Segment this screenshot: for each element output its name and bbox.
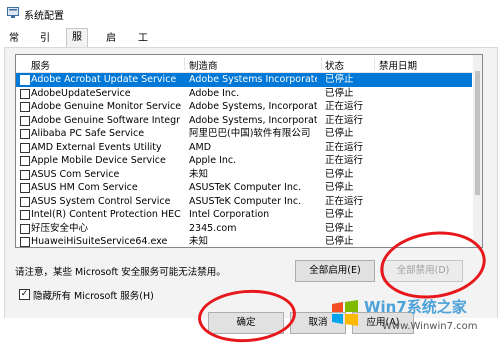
service-name: Intel(R) Content Protection HECI S... bbox=[31, 209, 181, 220]
service-checkbox[interactable] bbox=[20, 88, 30, 99]
service-name: Apple Mobile Device Service bbox=[31, 155, 166, 166]
header-manufacturer[interactable]: 制造商 bbox=[189, 58, 218, 72]
service-manufacturer: ASUSTeK Computer Inc. bbox=[189, 195, 302, 207]
window-title: 系统配置 bbox=[24, 11, 64, 22]
service-checkbox[interactable] bbox=[20, 115, 30, 126]
table-row[interactable]: ASUS System Control Service ASUSTeK Compu… bbox=[16, 195, 472, 209]
tab-general[interactable]: 常规 bbox=[4, 30, 24, 61]
service-manufacturer: 阿里巴巴(中国)软件有限公司 bbox=[189, 128, 311, 139]
service-checkbox[interactable] bbox=[20, 169, 30, 180]
service-checkbox[interactable] bbox=[20, 196, 30, 207]
service-name: ASUS HM Com Service bbox=[31, 182, 138, 193]
msconfig-icon bbox=[7, 7, 19, 18]
service-manufacturer: 未知 bbox=[189, 236, 209, 247]
service-manufacturer: Adobe Systems Incorporated bbox=[189, 74, 317, 85]
table-row[interactable]: AMD External Events Utility AMD 正在运行 bbox=[16, 141, 472, 155]
watermark-url: Www.Winwin7.com bbox=[382, 321, 478, 332]
table-row[interactable]: ASUS HM Com Service ASUSTeK Computer Inc.… bbox=[16, 181, 472, 195]
service-name: Alibaba PC Safe Service bbox=[31, 128, 145, 139]
service-status: 正在运行 bbox=[325, 141, 364, 153]
service-manufacturer: Intel Corporation bbox=[189, 209, 270, 220]
header-service[interactable]: 服务 bbox=[31, 58, 50, 72]
table-row[interactable]: Adobe Genuine Monitor Service Adobe Syste… bbox=[16, 100, 472, 114]
service-manufacturer: 2345.com bbox=[189, 222, 237, 234]
title-bar: 系统配置 bbox=[0, 0, 504, 26]
tab-boot[interactable]: 引导 bbox=[35, 30, 55, 61]
service-status: 已停止 bbox=[325, 74, 354, 85]
service-name: Adobe Genuine Software Integrity... bbox=[31, 114, 181, 126]
service-name: Adobe Acrobat Update Service bbox=[31, 74, 177, 85]
windows-logo-icon bbox=[332, 300, 358, 326]
table-header: 服务 制造商 状态 禁用日期 bbox=[16, 55, 482, 73]
service-status: 已停止 bbox=[325, 128, 354, 139]
service-status: 已停止 bbox=[325, 182, 354, 193]
service-status: 正在运行 bbox=[325, 114, 364, 126]
service-checkbox[interactable] bbox=[20, 129, 30, 139]
service-manufacturer: AMD bbox=[189, 141, 212, 153]
service-checkbox[interactable] bbox=[20, 102, 30, 112]
service-status: 已停止 bbox=[325, 168, 354, 180]
service-manufacturer: Adobe Inc. bbox=[189, 87, 240, 99]
service-name: ASUS Com Service bbox=[31, 168, 120, 180]
enable-all-button[interactable]: 全部启用(E) bbox=[295, 260, 375, 282]
service-checkbox[interactable] bbox=[20, 237, 30, 247]
tab-startup[interactable]: 启动 bbox=[101, 30, 121, 61]
scrollbar-thumb[interactable] bbox=[475, 71, 480, 195]
service-checkbox[interactable] bbox=[20, 156, 30, 166]
table-row[interactable]: Alibaba PC Safe Service 阿里巴巴(中国)软件有限公司 已停止 bbox=[16, 127, 472, 141]
service-checkbox[interactable] bbox=[20, 142, 30, 153]
watermark: Win7系统之家 Www.Winwin7.com bbox=[330, 296, 504, 342]
service-manufacturer: Apple Inc. bbox=[189, 155, 237, 166]
service-status: 已停止 bbox=[325, 236, 354, 247]
service-checkbox[interactable] bbox=[20, 75, 30, 85]
service-name: AdobeUpdateService bbox=[31, 87, 131, 99]
service-name: Adobe Genuine Monitor Service bbox=[31, 101, 181, 112]
service-manufacturer: Adobe Systems, Incorporated bbox=[189, 101, 317, 112]
service-status: 已停止 bbox=[325, 87, 354, 99]
table-row[interactable]: 好压安全中心 2345.com 已停止 bbox=[16, 222, 472, 236]
table-row[interactable]: Adobe Acrobat Update Service Adobe System… bbox=[16, 73, 472, 87]
vertical-scrollbar[interactable] bbox=[473, 55, 482, 247]
service-name: HuaweiHiSuiteService64.exe bbox=[31, 236, 168, 247]
service-name: 好压安全中心 bbox=[31, 222, 89, 234]
service-manufacturer: Adobe Systems, Incorporated bbox=[189, 114, 317, 126]
watermark-text: Win7系统之家 bbox=[364, 298, 467, 316]
hide-ms-label: 隐藏所有 Microsoft 服务(H) bbox=[33, 291, 154, 302]
header-status[interactable]: 状态 bbox=[325, 58, 344, 72]
table-row[interactable]: Adobe Genuine Software Integrity... Adobe… bbox=[16, 114, 472, 128]
table-row[interactable]: ASUS Com Service 未知 已停止 bbox=[16, 168, 472, 182]
service-manufacturer: 未知 bbox=[189, 168, 209, 180]
service-manufacturer: ASUSTeK Computer Inc. bbox=[189, 182, 302, 193]
service-status: 已停止 bbox=[325, 222, 354, 234]
service-status: 正在运行 bbox=[325, 195, 364, 207]
hide-ms-checkbox[interactable]: ✓ bbox=[19, 289, 30, 300]
service-status: 正在运行 bbox=[325, 155, 364, 166]
service-name: AMD External Events Utility bbox=[31, 141, 162, 153]
header-disabled-date[interactable]: 禁用日期 bbox=[379, 58, 417, 72]
service-checkbox[interactable] bbox=[20, 183, 30, 193]
service-status: 正在运行 bbox=[325, 101, 364, 112]
table-row[interactable]: Intel(R) Content Protection HECI S... Int… bbox=[16, 208, 472, 222]
table-row[interactable]: AdobeUpdateService Adobe Inc. 已停止 bbox=[16, 87, 472, 101]
tab-tools[interactable]: 工具 bbox=[133, 30, 153, 61]
services-table: 服务 制造商 状态 禁用日期 Adobe Acrobat Update Serv… bbox=[15, 54, 483, 248]
table-row[interactable]: Apple Mobile Device Service Apple Inc. 正在运… bbox=[16, 154, 472, 168]
notice-text: 请注意，某些 Microsoft 安全服务可能无法禁用。 bbox=[15, 267, 226, 278]
service-checkbox[interactable] bbox=[20, 210, 30, 220]
service-status: 已停止 bbox=[325, 209, 354, 220]
service-name: ASUS System Control Service bbox=[31, 195, 171, 207]
service-checkbox[interactable] bbox=[20, 223, 30, 234]
